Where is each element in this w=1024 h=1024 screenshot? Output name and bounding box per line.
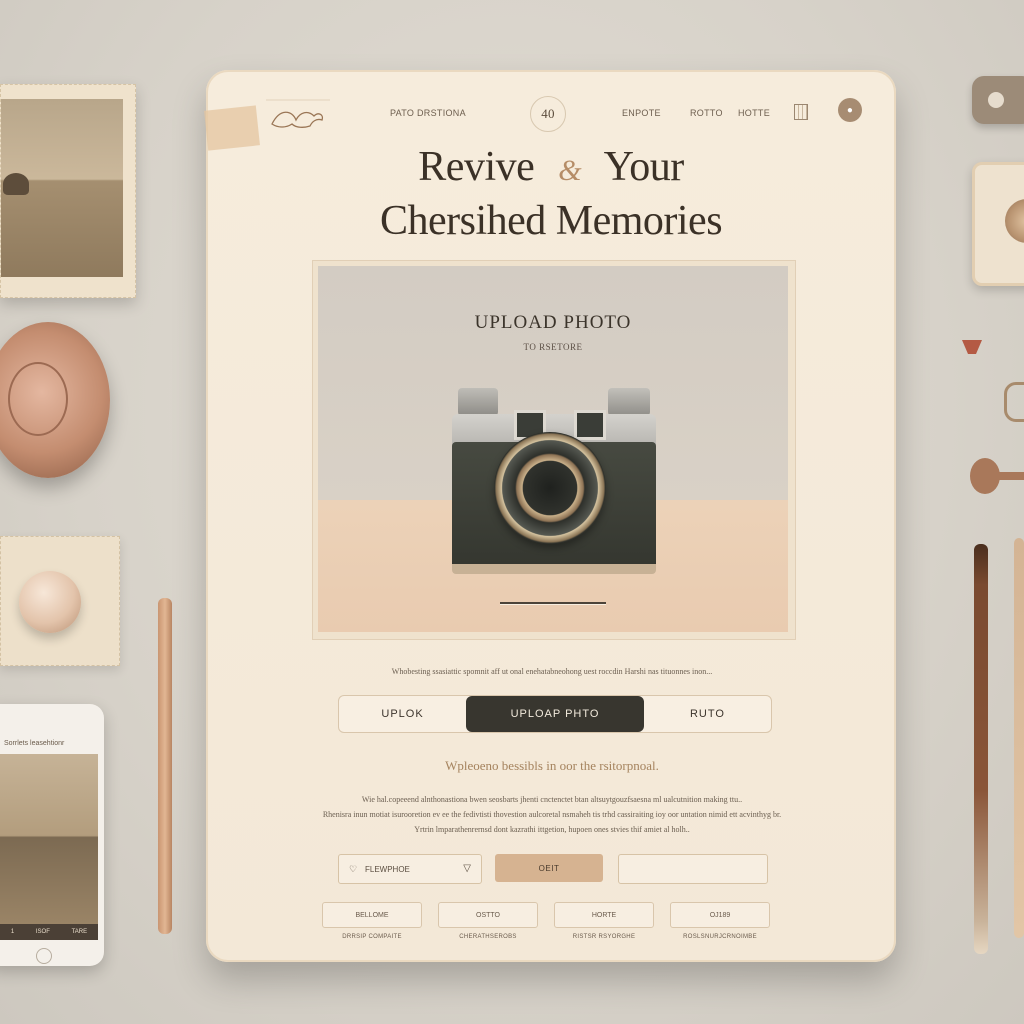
select-label: FLEWPHOE <box>365 865 410 874</box>
key-shaft <box>994 472 1024 480</box>
camera-lens <box>494 432 606 544</box>
camera-knob-left <box>458 388 498 416</box>
swirl-ornament: & <box>558 154 582 187</box>
option-item[interactable]: HORTE RISTSR RSYORGHE <box>554 902 654 940</box>
paragraph-line: Wie hal.copeeend alnthonastiona bwen seo… <box>361 795 743 804</box>
filter-select[interactable]: ♡ FLEWPHOE ▽ <box>338 854 482 884</box>
avatar-icon[interactable]: ● <box>838 98 862 122</box>
paper-card-with-knob <box>0 536 120 666</box>
phone-home-button <box>36 948 52 964</box>
camera-image <box>452 388 656 574</box>
grid-icon[interactable] <box>794 104 808 120</box>
phone-toolbar-item: 1 <box>10 929 15 935</box>
option-item[interactable]: OJ189 ROSLSNURJCRNOIMBE <box>670 902 770 940</box>
option-box[interactable]: BELLOME <box>322 902 422 928</box>
option-box[interactable]: OSTTO <box>438 902 538 928</box>
nav-link-rotto[interactable]: ROTTO <box>690 108 723 118</box>
phone-screen-photo <box>0 754 98 924</box>
tree-shape <box>3 173 29 195</box>
option-caption: ROSLSNURJCRNOIMBE <box>683 934 757 940</box>
hero-title-word: Revive <box>418 144 535 190</box>
toggle-dot <box>988 92 1004 108</box>
tab-ruto[interactable]: RUTO <box>644 696 771 732</box>
phone-toolbar-item: ISOF <box>35 929 50 935</box>
heart-icon: ♡ <box>349 864 358 874</box>
phone-toolbar: 1 ISOF TARE <box>0 924 98 940</box>
camera-viewfinder-right <box>574 410 606 440</box>
camera-base <box>452 564 656 574</box>
top-navigation: PATO DRSTIONA 40 ENPOTE ROTTO HOTTE ● <box>360 96 880 132</box>
mode-tabs: UPLOK UPLOAP PHTO RUTO <box>338 695 772 733</box>
retro-device-prop <box>972 162 1024 286</box>
option-caption: RISTSR RSYORGHE <box>572 934 636 940</box>
section-subtitle: Wpleoeno bessibls in oor the rsitorpnoal… <box>445 758 659 773</box>
phone-prop: Sorrlets leasehtionr 1 ISOF TARE <box>0 704 104 966</box>
upload-heading: UPLOAD PHOTO <box>474 312 632 333</box>
body-paragraph: Wie hal.copeeend alnthonastiona bwen seo… <box>300 792 804 837</box>
option-caption: CHERATHSEROBS <box>459 934 517 940</box>
upload-dropzone[interactable]: UPLOAD PHOTO TO RSETORE <box>318 266 788 632</box>
vintage-photo-print <box>0 84 136 298</box>
option-item[interactable]: OSTTO CHERATHSEROBS <box>438 902 538 940</box>
paint-brush-prop-2 <box>1014 538 1024 938</box>
hero-title-line-2: Chersihed Memories <box>379 198 723 244</box>
wooden-pencil-prop <box>158 598 172 934</box>
page-number-badge[interactable]: 40 <box>530 96 566 132</box>
upload-progress-line <box>500 602 606 604</box>
nav-brand[interactable]: PATO DRSTIONA <box>390 108 466 118</box>
paragraph-line: Yrtrin lmparathenrernsd dont kazrathi it… <box>414 825 690 834</box>
upload-subheading: TO RSETORE <box>523 342 583 352</box>
nav-link-hotte[interactable]: HOTTE <box>738 108 770 118</box>
nav-link-enpote[interactable]: ENPOTE <box>622 108 661 118</box>
camera-knob-right <box>608 388 650 416</box>
option-box[interactable]: HORTE <box>554 902 654 928</box>
vintage-key-prop <box>970 458 1024 494</box>
phone-toolbar-item: TARE <box>71 929 88 935</box>
option-caption: DRRSIP COMPAITE <box>342 934 402 940</box>
upload-description: Whobesting ssasiattic spomnit aff ut ona… <box>391 667 713 676</box>
bird-logo-icon[interactable] <box>266 98 330 136</box>
paper-clip-prop <box>1004 382 1024 422</box>
round-knob-prop <box>19 571 81 633</box>
edit-button[interactable]: OEIT <box>495 854 603 882</box>
phone-title: Sorrlets leasehtionr <box>4 740 65 747</box>
hero-title: Revive & Your Chersihed Memories <box>226 142 876 246</box>
tab-upload-photo[interactable]: UPLOAP PHTO <box>466 696 644 732</box>
chevron-down-icon: ▽ <box>463 863 471 874</box>
tab-uplok[interactable]: UPLOK <box>339 696 466 732</box>
device-lens <box>1005 199 1024 243</box>
bowl-ring <box>8 362 68 436</box>
text-input-field[interactable] <box>618 854 768 884</box>
paragraph-line: Rhenisra inun motiat isurooretion ev ee … <box>322 810 782 819</box>
option-grid: BELLOME DRRSIP COMPAITE OSTTO CHERATHSER… <box>322 902 772 950</box>
ceramic-bowl-prop <box>0 322 110 478</box>
action-form-row: ♡ FLEWPHOE ▽ OEIT <box>338 854 768 884</box>
option-box[interactable]: OJ189 <box>670 902 770 928</box>
toggle-prop <box>972 76 1024 124</box>
push-pin-prop <box>962 340 982 354</box>
paint-brush-prop <box>974 544 988 954</box>
hero-title-word: Your <box>603 144 685 190</box>
option-item[interactable]: BELLOME DRRSIP COMPAITE <box>322 902 422 940</box>
